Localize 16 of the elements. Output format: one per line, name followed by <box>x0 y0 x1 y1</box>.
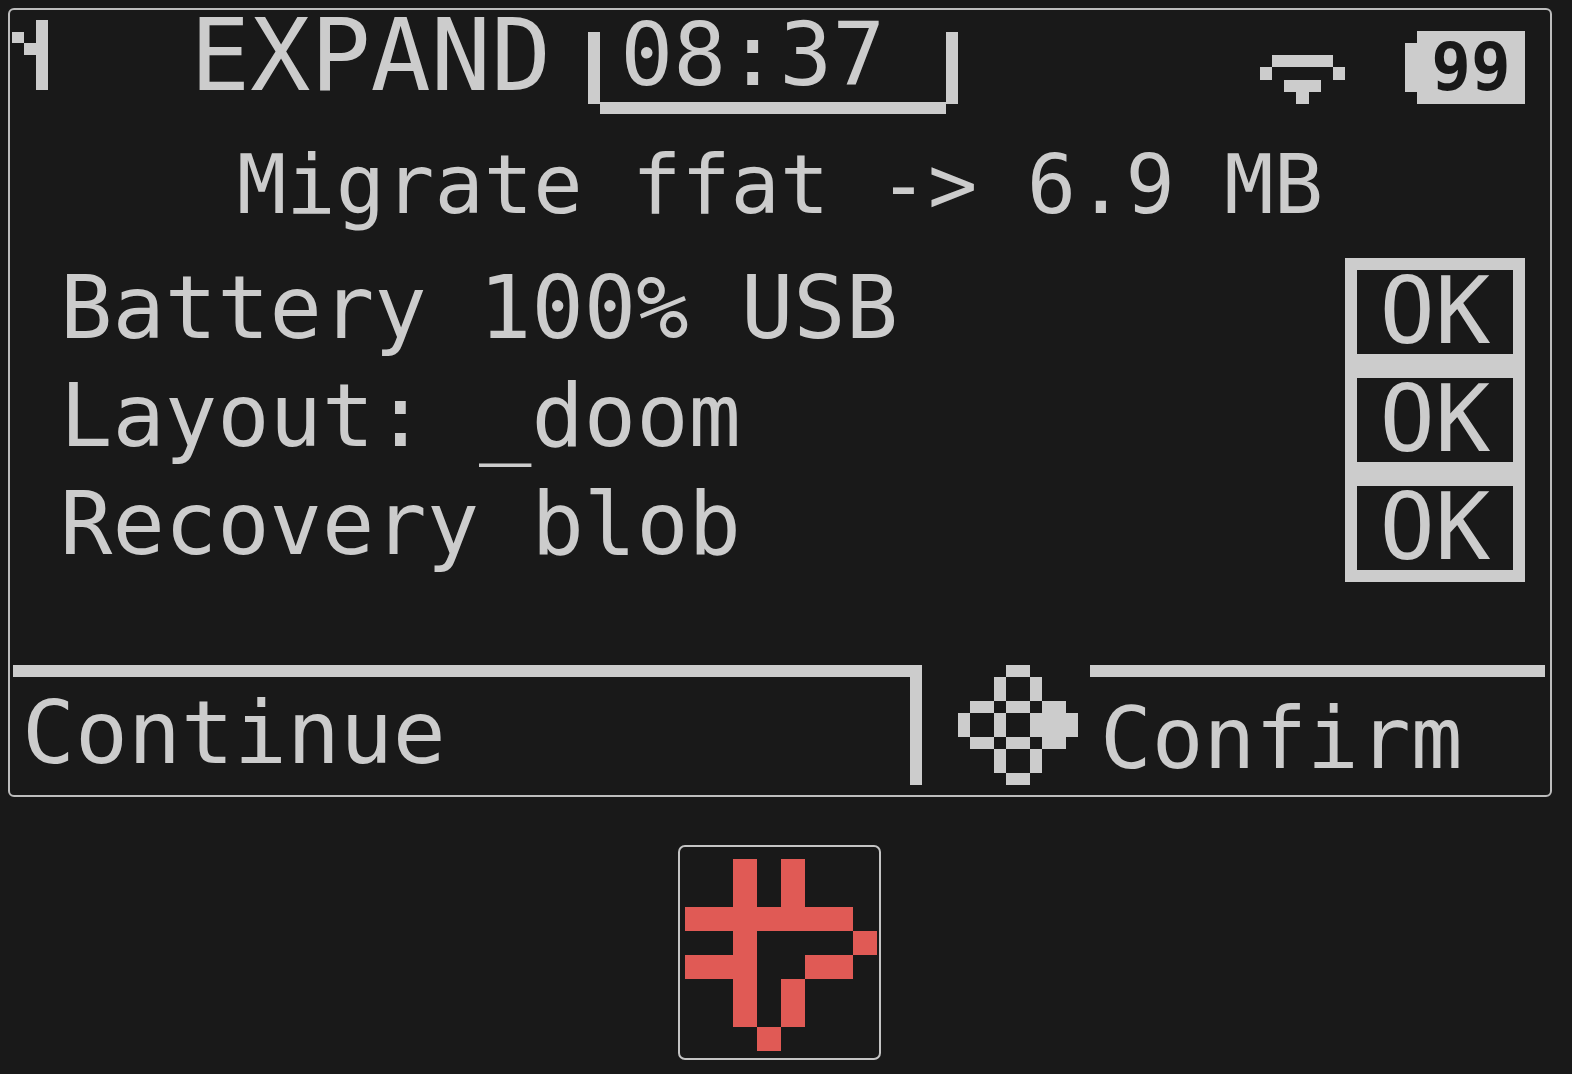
dpad-icon <box>958 665 1078 785</box>
status-badge: OK <box>1345 474 1525 582</box>
glyph-fragment-icon <box>12 20 48 90</box>
battery-indicator: 99 <box>1405 31 1525 104</box>
screen-title: Migrate ffat -> 6.9 MB <box>236 136 1324 234</box>
mode-label: EXPAND <box>190 12 552 100</box>
check-label: Battery 100% USB <box>60 256 899 361</box>
signal-icon <box>1260 55 1345 104</box>
status-badge: OK <box>1345 258 1525 366</box>
time-readout: 08:37 <box>588 20 959 114</box>
status-badge: OK <box>1345 366 1525 474</box>
check-label: Recovery blob <box>60 472 741 577</box>
continue-button[interactable]: Continue <box>13 665 922 785</box>
confirm-button[interactable]: Confirm <box>1090 665 1545 785</box>
pixel-logo-icon <box>678 845 881 1060</box>
check-label: Layout: _doom <box>60 364 741 469</box>
